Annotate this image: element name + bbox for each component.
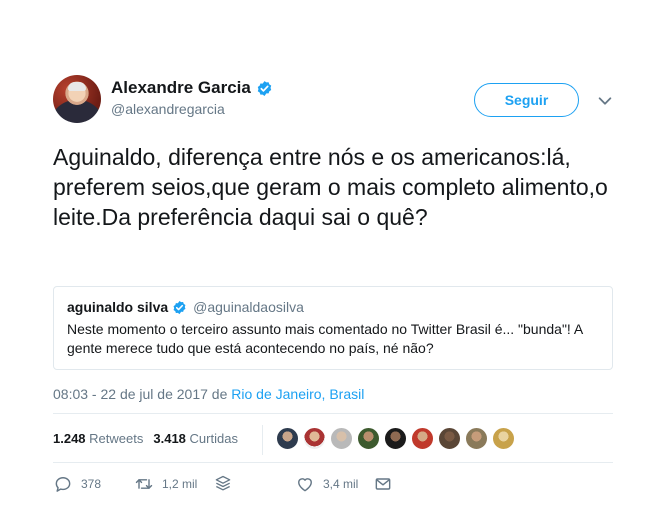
retweet-icon (135, 479, 153, 489)
location-link[interactable]: Rio de Janeiro, Brasil (231, 386, 364, 402)
avatar[interactable] (492, 427, 515, 450)
tweet-card: Alexandre Garcia @alexandregarcia Seguir… (0, 0, 651, 532)
message-icon (375, 478, 391, 490)
liker-avatars (276, 427, 515, 450)
avatar[interactable] (330, 427, 353, 450)
message-button[interactable] (373, 474, 393, 494)
retweets-count: 1.248 (53, 431, 86, 446)
retweet-button[interactable]: 1,2 mil (134, 474, 197, 494)
quoted-author-name: aguinaldo silva (67, 299, 169, 315)
avatar[interactable] (384, 427, 407, 450)
like-icon (298, 478, 312, 492)
author-avatar[interactable] (53, 75, 101, 123)
verified-icon (257, 80, 272, 96)
quoted-author-handle: @aguinaldaosilva (193, 299, 304, 315)
like-button[interactable]: 3,4 mil (295, 474, 358, 494)
retweets-label: Retweets (89, 431, 144, 446)
layers-icon (215, 475, 231, 491)
avatar[interactable] (276, 427, 299, 450)
avatar[interactable] (411, 427, 434, 450)
quoted-tweet[interactable]: aguinaldo silva @aguinaldaosilva Neste m… (53, 286, 613, 370)
chevron-down-icon[interactable] (596, 92, 614, 110)
follow-button[interactable]: Seguir (474, 83, 579, 117)
divider (53, 462, 613, 463)
action-bar: 378 1,2 mil 3,4 mil (53, 474, 413, 496)
divider (262, 425, 263, 455)
timestamp-text[interactable]: 08:03 - 22 de jul de 2017 de (53, 386, 231, 402)
reply-button[interactable]: 378 (53, 474, 101, 494)
avatar[interactable] (357, 427, 380, 450)
divider (53, 413, 613, 414)
layers-button[interactable] (213, 474, 233, 494)
quoted-tweet-text: Neste momento o terceiro assunto mais co… (67, 321, 583, 356)
verified-icon (173, 300, 186, 314)
likes-count: 3.418 (153, 431, 186, 446)
avatar[interactable] (438, 427, 461, 450)
likes-stat[interactable]: 3.418 Curtidas (153, 431, 238, 446)
likes-label: Curtidas (189, 431, 238, 446)
reply-icon (55, 477, 71, 492)
retweets-stat[interactable]: 1.248 Retweets (53, 431, 143, 446)
retweet-count: 1,2 mil (162, 477, 198, 491)
like-count: 3,4 mil (323, 477, 359, 491)
quoted-tweet-header: aguinaldo silva @aguinaldaosilva (67, 299, 599, 315)
reply-count: 378 (81, 477, 102, 491)
author-name-row[interactable]: Alexandre Garcia (111, 78, 273, 98)
tweet-timestamp: 08:03 - 22 de jul de 2017 de Rio de Jane… (53, 386, 364, 402)
author-handle[interactable]: @alexandregarcia (111, 101, 225, 117)
avatar[interactable] (303, 427, 326, 450)
author-name[interactable]: Alexandre Garcia (111, 78, 251, 98)
engagement-stats: 1.248 Retweets 3.418 Curtidas (53, 431, 238, 446)
avatar[interactable] (465, 427, 488, 450)
tweet-text: Aguinaldo, diferença entre nós e os amer… (53, 144, 608, 230)
